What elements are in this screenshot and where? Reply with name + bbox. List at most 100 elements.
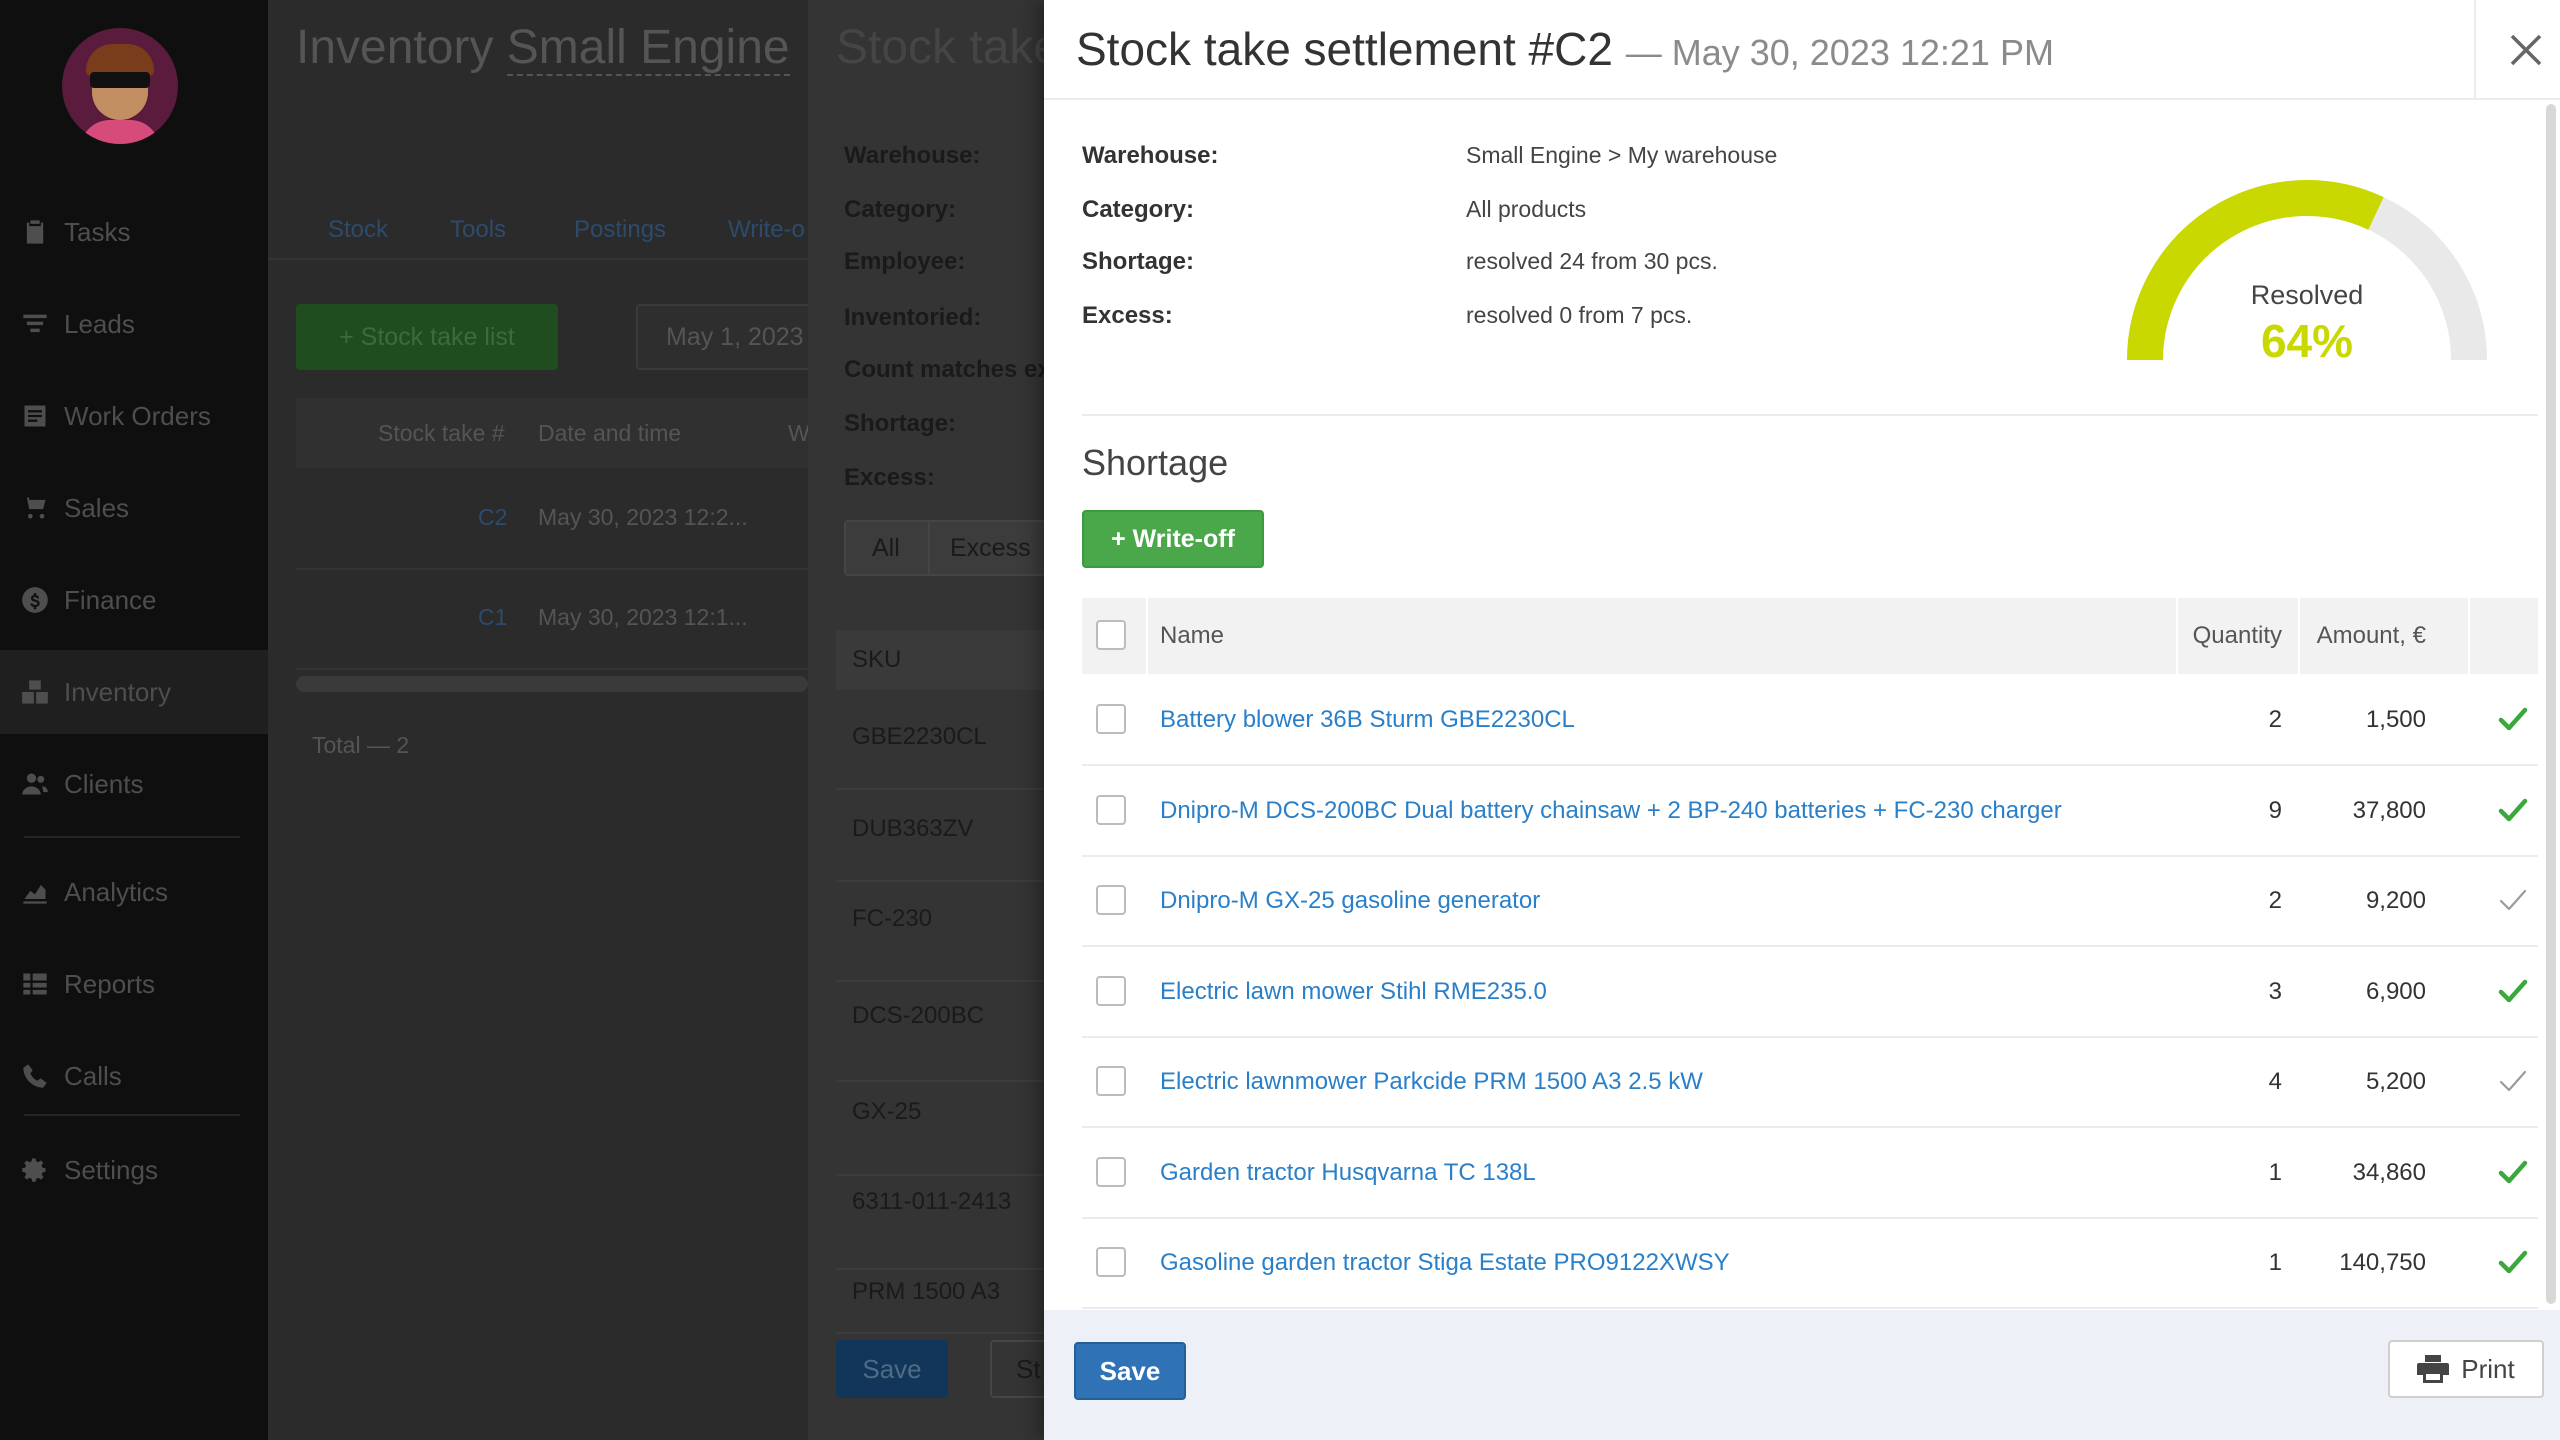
- filter-excess-button[interactable]: Excess: [950, 534, 1031, 563]
- row-checkbox[interactable]: [1096, 976, 1126, 1006]
- table-row[interactable]: Garden tractor Husqvarna TC 138L 1 34,860: [1082, 1129, 2538, 1219]
- print-button[interactable]: Print: [2388, 1340, 2544, 1398]
- table-row[interactable]: Battery blower 36B Sturm GBE2230CL 2 1,500: [1082, 676, 2538, 766]
- table-row[interactable]: Gasoline garden tractor Stiga Estate PRO…: [1082, 1219, 2538, 1309]
- resolved-check-icon[interactable]: [2496, 974, 2530, 1008]
- company-selector[interactable]: Small Engine: [506, 21, 790, 76]
- info-label: Employee:: [844, 248, 966, 275]
- date-filter[interactable]: May 1, 2023 -: [636, 304, 836, 370]
- row-checkbox[interactable]: [1096, 885, 1126, 915]
- info-label: Category:: [844, 196, 957, 223]
- amount-cell: 140,750: [2339, 1249, 2426, 1276]
- nav-divider: [24, 836, 240, 838]
- gauge-value: 64%: [2260, 315, 2354, 367]
- sku-cell: GX-25: [836, 1084, 1048, 1176]
- sidebar-item-label: Tasks: [64, 216, 131, 247]
- user-avatar[interactable]: [62, 28, 178, 144]
- amount-cell: 9,200: [2365, 887, 2426, 914]
- quantity-cell: 3: [2268, 978, 2282, 1005]
- sidebar-item-leads[interactable]: Leads: [0, 282, 268, 366]
- amount-cell: 5,200: [2365, 1068, 2426, 1095]
- tab-tools[interactable]: Tools: [450, 216, 506, 244]
- vertical-scrollbar[interactable]: [2546, 104, 2556, 1304]
- product-name-link[interactable]: Battery blower 36B Sturm GBE2230CL: [1160, 706, 1575, 734]
- column-header-name[interactable]: Name: [1160, 622, 1224, 650]
- column-header-amount[interactable]: Amount, €: [2317, 622, 2426, 650]
- resolved-check-icon[interactable]: [2496, 1155, 2530, 1189]
- table-row[interactable]: Electric lawnmower Parkcide PRM 1500 A3 …: [1082, 1038, 2538, 1128]
- sidebar-item-settings[interactable]: Settings: [0, 1128, 268, 1212]
- resolved-check-icon[interactable]: [2496, 793, 2530, 827]
- panel-title: Stock take: [836, 21, 1048, 74]
- close-icon[interactable]: [2502, 26, 2550, 74]
- filter-toggle: All Excess: [844, 520, 1048, 576]
- sidebar-item-work-orders[interactable]: Work Orders: [0, 374, 268, 458]
- column-header-quantity[interactable]: Quantity: [2193, 622, 2282, 650]
- write-off-button[interactable]: + Write-off: [1082, 510, 1264, 568]
- print-label: Print: [2461, 1353, 2515, 1384]
- sidebar-item-calls[interactable]: Calls: [0, 1034, 268, 1118]
- panel-save-button[interactable]: Save: [836, 1340, 948, 1398]
- quantity-cell: 4: [2268, 1068, 2282, 1095]
- sidebar-item-analytics[interactable]: Analytics: [0, 850, 268, 934]
- quantity-cell: 2: [2268, 887, 2282, 914]
- dollar-icon: [20, 585, 50, 615]
- quantity-cell: 1: [2268, 1249, 2282, 1276]
- info-label: Count matches ex: [844, 356, 1048, 383]
- amount-cell: 37,800: [2352, 797, 2426, 824]
- save-button[interactable]: Save: [1074, 1342, 1186, 1400]
- sidebar-item-label: Sales: [64, 492, 130, 523]
- sidebar-item-tasks[interactable]: Tasks: [0, 190, 268, 274]
- stock-take-number[interactable]: C2: [478, 504, 507, 531]
- modal-footer: Save Print: [1044, 1310, 2560, 1440]
- row-checkbox[interactable]: [1096, 704, 1126, 734]
- product-name-link[interactable]: Garden tractor Husqvarna TC 138L: [1160, 1159, 1536, 1187]
- sidebar-item-finance[interactable]: Finance: [0, 558, 268, 642]
- row-checkbox[interactable]: [1096, 1157, 1126, 1187]
- section-divider: [1082, 414, 2538, 416]
- tab-stock[interactable]: Stock: [328, 216, 388, 244]
- stock-take-number[interactable]: C1: [478, 604, 507, 631]
- product-name-link[interactable]: Electric lawnmower Parkcide PRM 1500 A3 …: [1160, 1068, 1703, 1096]
- sidebar-item-label: Calls: [64, 1060, 122, 1091]
- sidebar-item-reports[interactable]: Reports: [0, 942, 268, 1026]
- info-label: Warehouse:: [844, 142, 981, 169]
- table-row[interactable]: Electric lawn mower Stihl RME235.0 3 6,900: [1082, 948, 2538, 1038]
- amount-cell: 34,860: [2352, 1159, 2426, 1186]
- unresolved-check-icon[interactable]: [2496, 883, 2530, 917]
- gauge-label: Resolved: [2250, 280, 2364, 310]
- sidebar-item-sales[interactable]: Sales: [0, 466, 268, 550]
- quantity-cell: 1: [2268, 1159, 2282, 1186]
- sidebar-item-clients[interactable]: Clients: [0, 742, 268, 826]
- product-name-link[interactable]: Electric lawn mower Stihl RME235.0: [1160, 978, 1547, 1006]
- stock-take-list-button[interactable]: + Stock take list: [296, 304, 558, 370]
- product-name-link[interactable]: Dnipro-M DCS-200BC Dual battery chainsaw…: [1160, 797, 2062, 825]
- row-checkbox[interactable]: [1096, 1066, 1126, 1096]
- stock-take-datetime: May 30, 2023 12:1...: [538, 604, 748, 630]
- product-name-link[interactable]: Dnipro-M GX-25 gasoline generator: [1160, 887, 1540, 915]
- resolved-check-icon[interactable]: [2496, 1245, 2530, 1279]
- select-all-checkbox[interactable]: [1096, 620, 1126, 650]
- row-checkbox[interactable]: [1096, 1247, 1126, 1277]
- panel-secondary-button[interactable]: St: [990, 1340, 1048, 1398]
- product-name-link[interactable]: Gasoline garden tractor Stiga Estate PRO…: [1160, 1249, 1730, 1277]
- table-row[interactable]: C1 May 30, 2023 12:1...: [296, 570, 808, 670]
- boxes-icon: [20, 677, 50, 707]
- sidebar-item-inventory[interactable]: Inventory: [0, 650, 268, 734]
- resolved-check-icon[interactable]: [2496, 702, 2530, 736]
- category-value: All products: [1466, 196, 1587, 222]
- table-row[interactable]: Dnipro-M GX-25 gasoline generator 2 9,200: [1082, 857, 2538, 947]
- shortage-label: Shortage:: [1082, 248, 1195, 275]
- tab-postings[interactable]: Postings: [574, 216, 666, 244]
- row-checkbox[interactable]: [1096, 795, 1126, 825]
- filter-all-button[interactable]: All: [872, 534, 900, 563]
- column-header: Date and time: [538, 420, 682, 446]
- sidebar-item-label: Work Orders: [64, 400, 211, 431]
- unresolved-check-icon[interactable]: [2496, 1064, 2530, 1098]
- table-row[interactable]: C2 May 30, 2023 12:2...: [296, 470, 808, 570]
- tab-write-offs[interactable]: Write-o: [728, 216, 805, 244]
- table-row[interactable]: Dnipro-M DCS-200BC Dual battery chainsaw…: [1082, 767, 2538, 857]
- sku-cell: GBE2230CL: [836, 700, 1048, 790]
- horizontal-scrollbar[interactable]: [296, 676, 808, 692]
- phone-icon: [20, 1061, 50, 1091]
